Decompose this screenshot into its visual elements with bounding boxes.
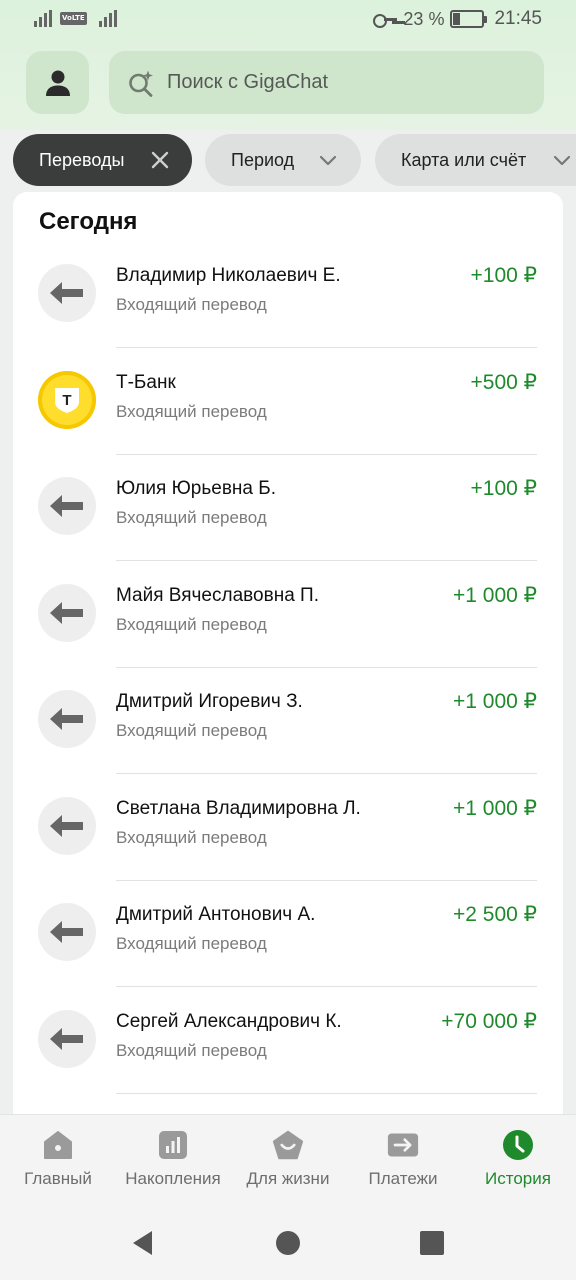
profile-button[interactable] xyxy=(26,51,89,114)
nav-history-label: История xyxy=(485,1169,551,1188)
recents-square-icon[interactable] xyxy=(419,1230,445,1256)
tbank-logo-icon: Т xyxy=(38,370,96,429)
incoming-arrow-icon xyxy=(38,477,96,535)
transaction-type: Входящий перевод xyxy=(116,614,267,634)
transaction-name: Владимир Николаевич Е. xyxy=(116,265,341,286)
transaction-name: Юлия Юрьевна Б. xyxy=(116,478,277,499)
transaction-amount: +500 ₽ xyxy=(470,370,538,394)
transaction-amount: +100 ₽ xyxy=(470,264,538,287)
transaction-amount: +2 500 ₽ xyxy=(452,903,537,926)
signal-strength-icon xyxy=(34,10,52,27)
home-icon xyxy=(42,1129,74,1161)
transaction-type: Входящий перевод xyxy=(116,401,267,421)
savings-chart-icon xyxy=(157,1129,189,1161)
search-placeholder: Поиск с GigaChat xyxy=(167,71,329,93)
transaction-row[interactable]: Т Т-Банк Входящий перевод +500 ₽ xyxy=(13,349,563,455)
transaction-type: Входящий перевод xyxy=(116,1040,267,1060)
chevron-down-icon xyxy=(553,155,571,166)
chip-period[interactable]: Период xyxy=(205,134,361,186)
status-right: 23 % 21:45 xyxy=(373,8,542,30)
transaction-type: Входящий перевод xyxy=(116,508,267,527)
battery-icon xyxy=(450,10,488,28)
search-input[interactable]: Поиск с GigaChat xyxy=(109,51,544,114)
transaction-name: Дмитрий Игоревич З. xyxy=(116,691,303,712)
transaction-row[interactable]: Юлия Юрьевна Б. Входящий перевод +100 ₽ xyxy=(13,455,563,561)
nav-home[interactable]: Главный xyxy=(0,1129,116,1189)
transaction-row[interactable]: Дмитрий Антонович А. Входящий перевод +2 5… xyxy=(13,881,563,987)
chip-card-or-account[interactable]: Карта или счёт xyxy=(375,134,576,186)
nav-home-label: Главный xyxy=(24,1169,92,1188)
transaction-name: Светлана Владимировна Л. xyxy=(116,797,361,819)
transaction-name: Майя Вячеславовна П. xyxy=(116,584,319,606)
chip-transfers-label: Переводы xyxy=(39,149,125,170)
payments-arrow-icon xyxy=(387,1129,419,1161)
nav-payments[interactable]: Платежи xyxy=(345,1129,461,1189)
transaction-amount: +1 000 ₽ xyxy=(452,796,537,820)
volte-badge: VoLTE xyxy=(60,12,87,25)
lifestyle-icon xyxy=(272,1129,304,1161)
filter-chips: Переводы Период Карта или счёт xyxy=(0,134,576,186)
row-divider xyxy=(116,1092,537,1094)
transaction-amount: +70 000 ₽ xyxy=(441,1009,537,1033)
section-title: Сегодня xyxy=(39,208,138,235)
transaction-name: Сергей Александрович К. xyxy=(116,1010,342,1032)
chip-period-label: Период xyxy=(231,149,295,170)
nav-lifestyle-label: Для жизни xyxy=(246,1169,330,1188)
incoming-arrow-icon xyxy=(38,903,96,961)
incoming-arrow-icon xyxy=(38,1009,96,1068)
bottom-nav: Главный Накопления Для жизни Платежи Ист… xyxy=(0,1114,576,1204)
transaction-type: Входящий перевод xyxy=(116,934,267,953)
signal-indicators: VoLTE xyxy=(34,10,117,27)
home-circle-icon[interactable] xyxy=(275,1230,301,1256)
back-icon[interactable] xyxy=(130,1230,156,1256)
gigachat-search-icon xyxy=(129,70,153,97)
chip-transfers[interactable]: Переводы xyxy=(13,134,192,186)
transaction-amount: +100 ₽ xyxy=(470,477,538,500)
transaction-row[interactable]: Майя Вячеславовна П. Входящий перевод +1 0… xyxy=(13,562,563,668)
transaction-type: Входящий перевод xyxy=(116,721,267,740)
nav-payments-label: Платежи xyxy=(368,1169,438,1188)
battery-level xyxy=(453,13,461,25)
incoming-arrow-icon xyxy=(38,690,96,748)
transactions-card: Сегодня Владимир Николаевич Е. Входящий п… xyxy=(13,192,563,1122)
nav-history[interactable]: История xyxy=(460,1129,576,1189)
user-icon xyxy=(45,70,70,96)
history-clock-icon xyxy=(502,1129,534,1161)
battery-percent: 23 % xyxy=(403,8,445,29)
nav-savings[interactable]: Накопления xyxy=(115,1129,231,1189)
vpn-key-icon xyxy=(373,12,398,28)
transaction-row[interactable]: Сергей Александрович К. Входящий перевод +… xyxy=(13,988,563,1094)
transaction-type: Входящий перевод xyxy=(116,295,267,314)
nav-lifestyle[interactable]: Для жизни xyxy=(230,1129,346,1189)
nav-savings-label: Накопления xyxy=(125,1169,221,1188)
transaction-amount: +1 000 ₽ xyxy=(452,583,537,607)
incoming-arrow-icon xyxy=(38,583,96,642)
system-nav-bar xyxy=(0,1204,576,1280)
close-icon[interactable] xyxy=(150,150,170,170)
chevron-down-icon xyxy=(319,155,337,166)
chip-card-label: Карта или счёт xyxy=(401,149,527,170)
transaction-row[interactable]: Владимир Николаевич Е. Входящий перевод +1… xyxy=(13,242,563,348)
transaction-type: Входящий перевод xyxy=(116,827,267,847)
svg-text:Т: Т xyxy=(62,392,71,409)
transaction-name: Дмитрий Антонович А. xyxy=(116,904,316,925)
signal-strength-icon-2 xyxy=(98,10,117,27)
transaction-row[interactable]: Светлана Владимировна Л. Входящий перевод… xyxy=(13,775,563,881)
incoming-arrow-icon xyxy=(38,264,96,322)
transaction-amount: +1 000 ₽ xyxy=(452,690,537,713)
status-bar: VoLTE 23 % 21:45 xyxy=(0,0,576,40)
clock: 21:45 xyxy=(494,8,542,29)
transaction-row[interactable]: Дмитрий Игоревич З. Входящий перевод +1 00… xyxy=(13,668,563,774)
incoming-arrow-icon xyxy=(38,796,96,855)
transaction-name: Т-Банк xyxy=(116,371,176,393)
